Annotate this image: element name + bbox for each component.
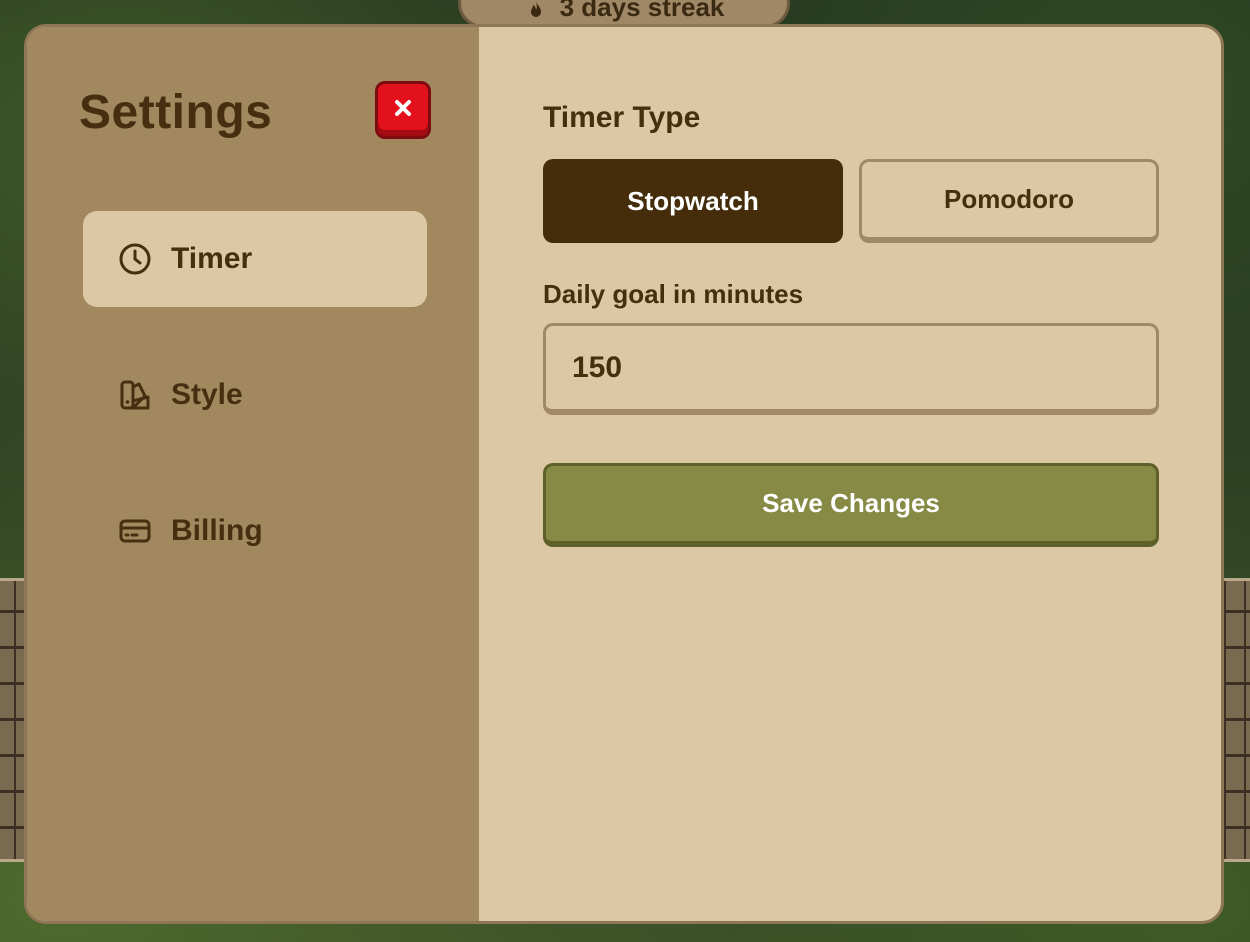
close-icon <box>395 100 411 116</box>
sidebar-item-label: Style <box>171 378 243 411</box>
settings-sidebar: Settings Timer Style Billing <box>27 27 479 921</box>
settings-title: Settings <box>79 86 273 139</box>
flame-icon <box>530 1 541 17</box>
sidebar-item-label: Timer <box>171 242 253 275</box>
daily-goal-input[interactable] <box>543 323 1159 415</box>
save-changes-button[interactable]: Save Changes <box>543 463 1159 547</box>
sidebar-item-billing[interactable]: Billing <box>83 483 427 579</box>
credit-card-icon <box>119 519 151 543</box>
close-button[interactable] <box>375 81 431 139</box>
timer-type-label: Timer Type <box>543 101 701 134</box>
streak-text: 3 days streak <box>559 0 725 22</box>
settings-content: Timer Type Stopwatch Pomodoro Daily goal… <box>479 27 1221 921</box>
settings-modal: Settings Timer Style Billing Timer Type … <box>24 24 1224 924</box>
clock-icon <box>119 243 151 275</box>
sidebar-item-timer[interactable]: Timer <box>83 211 427 307</box>
palette-icon <box>120 380 150 410</box>
pomodoro-option[interactable]: Pomodoro <box>859 159 1159 243</box>
daily-goal-label: Daily goal in minutes <box>543 279 804 309</box>
sidebar-item-label: Billing <box>171 514 263 547</box>
stopwatch-option[interactable]: Stopwatch <box>543 159 843 243</box>
sidebar-item-style[interactable]: Style <box>83 347 427 443</box>
